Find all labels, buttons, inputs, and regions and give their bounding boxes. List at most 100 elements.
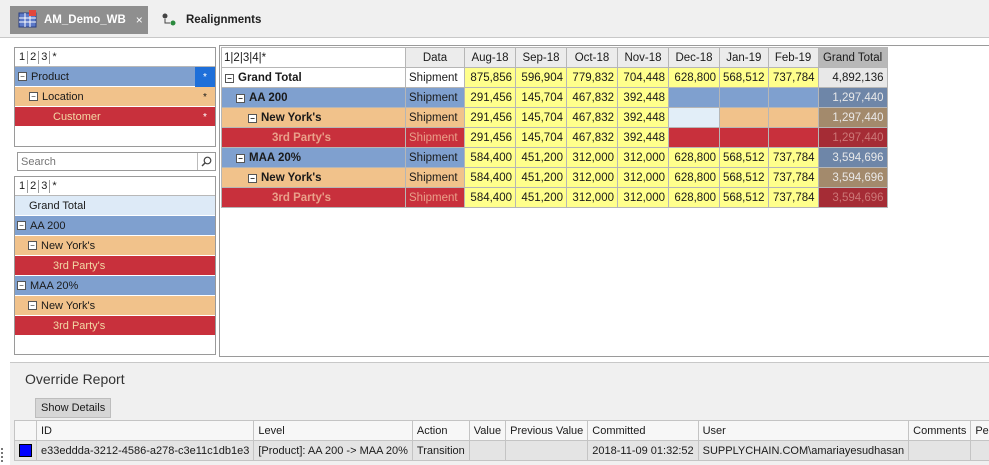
- value-cell[interactable]: 392,448: [617, 87, 669, 108]
- value-cell[interactable]: 392,448: [617, 107, 669, 128]
- row-header[interactable]: − Grand Total: [221, 67, 406, 88]
- value-cell[interactable]: [767, 127, 819, 148]
- dimension-product[interactable]: − Product *: [15, 67, 215, 87]
- level-3[interactable]: 3: [243, 52, 249, 64]
- value-cell[interactable]: 145,704: [515, 107, 567, 128]
- level-all[interactable]: *: [50, 51, 58, 64]
- level-1[interactable]: 1: [17, 50, 29, 64]
- value-cell[interactable]: 584,400: [464, 167, 516, 188]
- level-1[interactable]: 1: [224, 52, 230, 64]
- column-header[interactable]: Dec-18: [668, 47, 720, 68]
- column-header[interactable]: Period: [970, 420, 989, 441]
- row-header[interactable]: 3rd Party's: [221, 187, 406, 208]
- level-2[interactable]: 2: [28, 179, 40, 193]
- value-cell[interactable]: 312,000: [566, 167, 618, 188]
- level-selector[interactable]: 1 2 3 *: [15, 177, 215, 196]
- search-input[interactable]: [18, 155, 197, 168]
- resize-handle[interactable]: [1, 448, 4, 462]
- row-header[interactable]: − MAA 20%: [221, 147, 406, 168]
- value-cell[interactable]: 628,800: [668, 187, 720, 208]
- value-cell[interactable]: 312,000: [617, 147, 669, 168]
- value-cell[interactable]: 875,856: [464, 67, 516, 88]
- value-cell[interactable]: [767, 87, 819, 108]
- value-cell[interactable]: 312,000: [617, 167, 669, 188]
- value-cell[interactable]: [668, 87, 720, 108]
- value-cell[interactable]: 145,704: [515, 87, 567, 108]
- tab-realignments[interactable]: Realignments: [152, 6, 262, 34]
- tab-am-demo-wb[interactable]: AM_Demo_WB ×: [10, 6, 148, 34]
- column-header[interactable]: Jan-19: [719, 47, 769, 68]
- value-cell[interactable]: 596,904: [515, 67, 567, 88]
- tree-item-maa20[interactable]: − MAA 20%: [15, 276, 215, 296]
- search-box[interactable]: [17, 152, 216, 171]
- value-cell[interactable]: [668, 107, 720, 128]
- collapse-icon[interactable]: −: [248, 113, 257, 123]
- row-header[interactable]: − New York's: [221, 167, 406, 188]
- column-header[interactable]: Level: [253, 420, 413, 441]
- value-cell[interactable]: 568,512: [719, 167, 769, 188]
- value-cell[interactable]: 628,800: [668, 167, 720, 188]
- level-all[interactable]: *: [50, 180, 58, 193]
- value-cell[interactable]: 737,784: [767, 147, 819, 168]
- value-cell[interactable]: [719, 87, 769, 108]
- value-cell[interactable]: 312,000: [617, 187, 669, 208]
- close-icon[interactable]: ×: [136, 13, 143, 27]
- value-cell[interactable]: 451,200: [515, 147, 567, 168]
- collapse-icon[interactable]: −: [17, 221, 26, 230]
- value-cell[interactable]: 291,456: [464, 87, 516, 108]
- value-cell[interactable]: [767, 107, 819, 128]
- column-header[interactable]: Feb-19: [767, 47, 819, 68]
- value-cell[interactable]: 584,400: [464, 147, 516, 168]
- column-header[interactable]: Oct-18: [566, 47, 618, 68]
- collapse-icon[interactable]: −: [28, 301, 37, 310]
- value-cell[interactable]: 779,832: [566, 67, 618, 88]
- tree-item-3rd-partys[interactable]: 3rd Party's: [15, 316, 215, 336]
- value-cell[interactable]: 467,832: [566, 87, 618, 108]
- level-selector[interactable]: 1|2|3|4|*: [221, 47, 406, 68]
- dimension-location[interactable]: − Location *: [15, 87, 215, 107]
- value-cell[interactable]: 291,456: [464, 127, 516, 148]
- override-row[interactable]: e33eddda-3212-4586-a278-c3e11c1db1e3 [Pr…: [14, 440, 989, 461]
- value-cell[interactable]: [719, 127, 769, 148]
- value-cell[interactable]: 392,448: [617, 127, 669, 148]
- value-cell[interactable]: 737,784: [767, 67, 819, 88]
- value-cell[interactable]: 145,704: [515, 127, 567, 148]
- level-1[interactable]: 1: [17, 179, 29, 193]
- tree-item-aa200[interactable]: − AA 200: [15, 216, 215, 236]
- grand-total-header[interactable]: Grand Total: [817, 47, 888, 68]
- column-header[interactable]: Sep-18: [515, 47, 567, 68]
- dimension-customer[interactable]: Customer *: [15, 107, 215, 127]
- value-cell[interactable]: 568,512: [719, 67, 769, 88]
- value-cell[interactable]: 568,512: [719, 147, 769, 168]
- column-header[interactable]: ID: [35, 420, 255, 441]
- level-2[interactable]: 2: [28, 50, 40, 64]
- column-header[interactable]: Nov-18: [617, 47, 669, 68]
- value-cell[interactable]: 451,200: [515, 187, 567, 208]
- collapse-icon[interactable]: −: [248, 173, 257, 183]
- search-icon[interactable]: [197, 153, 215, 170]
- level-all[interactable]: *: [262, 52, 266, 64]
- level-4[interactable]: 4: [252, 52, 258, 64]
- dimension-star[interactable]: *: [195, 67, 215, 87]
- tree-item-new-yorks[interactable]: − New York's: [15, 296, 215, 316]
- level-2[interactable]: 2: [233, 52, 239, 64]
- tree-item-grand-total[interactable]: Grand Total: [15, 196, 215, 216]
- value-cell[interactable]: 291,456: [464, 107, 516, 128]
- value-cell[interactable]: 628,800: [668, 67, 720, 88]
- value-cell[interactable]: 568,512: [719, 187, 769, 208]
- value-cell[interactable]: 312,000: [566, 147, 618, 168]
- column-header[interactable]: User: [697, 420, 910, 441]
- value-cell[interactable]: 451,200: [515, 167, 567, 188]
- collapse-icon[interactable]: −: [17, 281, 26, 290]
- value-cell[interactable]: [719, 107, 769, 128]
- collapse-icon[interactable]: −: [18, 72, 27, 81]
- value-cell[interactable]: 737,784: [767, 187, 819, 208]
- value-cell[interactable]: 628,800: [668, 147, 720, 168]
- collapse-icon[interactable]: −: [29, 92, 38, 101]
- collapse-icon[interactable]: −: [28, 241, 37, 250]
- column-header[interactable]: Comments: [908, 420, 972, 441]
- tree-item-new-yorks[interactable]: − New York's: [15, 236, 215, 256]
- row-header[interactable]: − New York's: [221, 107, 406, 128]
- level-3[interactable]: 3: [39, 50, 51, 64]
- value-cell[interactable]: 584,400: [464, 187, 516, 208]
